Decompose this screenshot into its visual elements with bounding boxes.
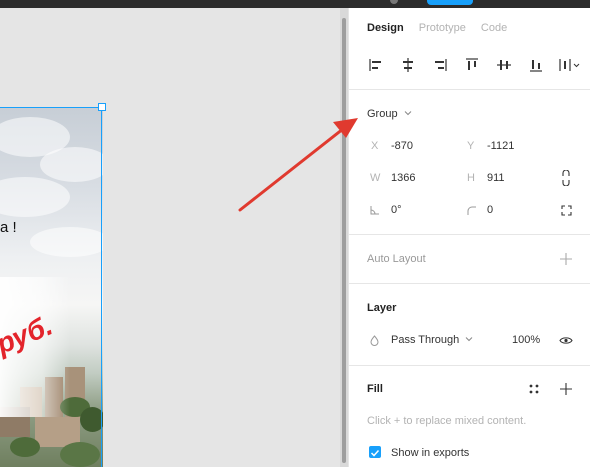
annotation-arrow — [238, 118, 358, 212]
